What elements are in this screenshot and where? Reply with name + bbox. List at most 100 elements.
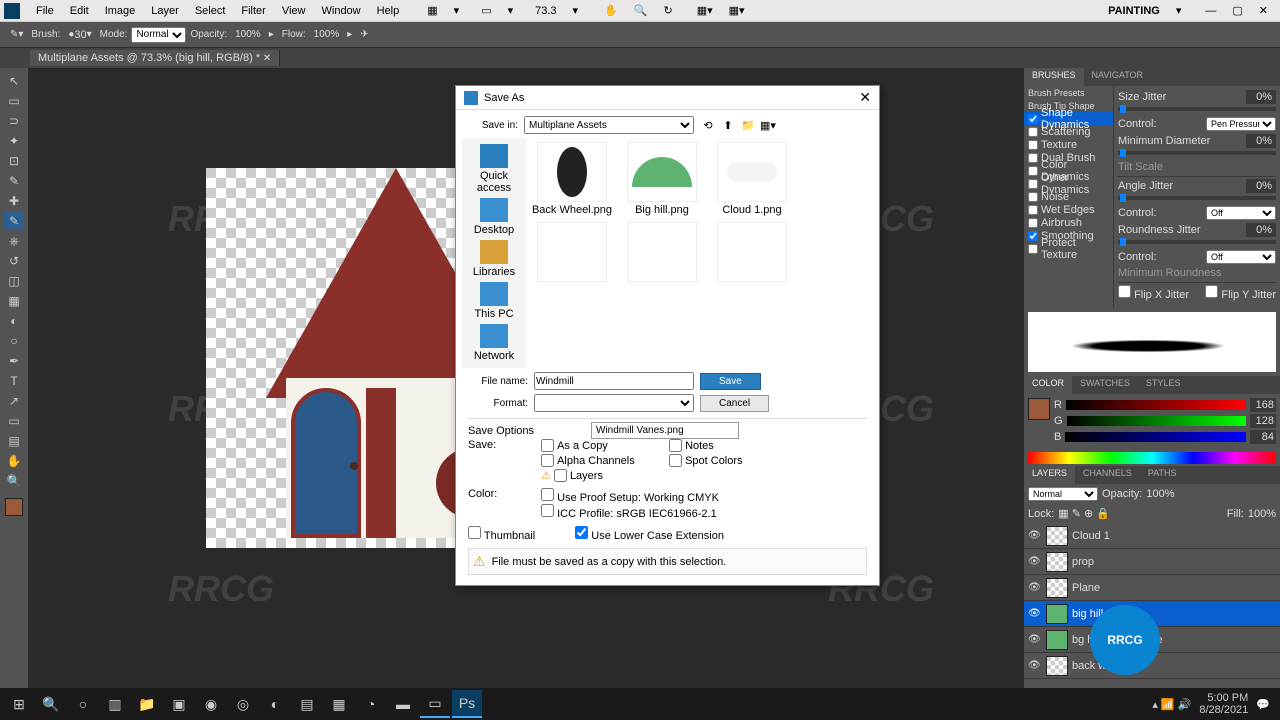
b-slider[interactable] (1065, 432, 1246, 442)
format-select[interactable] (534, 394, 694, 412)
place-libraries[interactable]: Libraries (473, 240, 515, 278)
crop-tool[interactable]: ⊡ (4, 152, 24, 170)
taskview-icon[interactable]: ▥ (100, 690, 130, 718)
path-tool[interactable]: ↗ (4, 392, 24, 410)
start-button[interactable]: ⊞ (4, 690, 34, 718)
blend-mode[interactable]: Normal (1028, 487, 1098, 501)
gradient-tool[interactable]: ▦ (4, 292, 24, 310)
explorer-icon[interactable]: 📁 (132, 690, 162, 718)
eraser-tool[interactable]: ◫ (4, 272, 24, 290)
airbrush-opt[interactable]: Airbrush (1024, 216, 1113, 229)
chk-lowercase[interactable]: Use Lower Case Extension (575, 526, 724, 542)
channels-tab[interactable]: Channels (1075, 466, 1140, 484)
control-select[interactable]: Pen Pressure (1206, 117, 1276, 131)
eyedropper-tool[interactable]: ✎ (4, 172, 24, 190)
layers-tab[interactable]: Layers (1024, 466, 1075, 484)
type-tool[interactable]: T (4, 372, 24, 390)
new-folder-icon[interactable]: 📁 (740, 117, 756, 133)
workspace-label[interactable]: PAINTING (1100, 5, 1168, 17)
stamp-tool[interactable]: ⎈ (4, 232, 24, 250)
color-tab[interactable]: Color (1024, 376, 1072, 394)
b-value[interactable]: 84 (1250, 430, 1276, 444)
dodge-tool[interactable]: ○ (4, 332, 24, 350)
flipx-check[interactable]: Flip X Jitter (1118, 285, 1189, 301)
app-icon-7[interactable]: ▭ (420, 690, 450, 718)
chk-notes[interactable]: Notes (669, 439, 789, 452)
app-icon-5[interactable]: ◔ (356, 690, 386, 718)
flow-value[interactable]: 100% (314, 29, 340, 40)
notes-tool[interactable]: ▤ (4, 432, 24, 450)
paths-tab[interactable]: Paths (1140, 466, 1185, 484)
layer-opacity[interactable]: 100% (1146, 488, 1174, 500)
foreground-swatch[interactable] (1028, 398, 1050, 420)
app-icon-1[interactable]: ▣ (164, 690, 194, 718)
roundness-val[interactable]: 0% (1246, 223, 1276, 237)
g-value[interactable]: 128 (1250, 414, 1276, 428)
filename-input[interactable] (534, 372, 694, 390)
layer-item[interactable]: 👁prop (1024, 549, 1280, 575)
opacity-value[interactable]: 100% (235, 29, 261, 40)
menu-view[interactable]: View (274, 5, 314, 17)
texture[interactable]: Texture (1024, 138, 1113, 151)
doc-tab[interactable]: Multiplane Assets @ 73.3% (big hill, RGB… (30, 50, 280, 66)
clock[interactable]: 5:00 PM 8/28/2021 (1199, 692, 1248, 716)
file-item[interactable] (620, 222, 704, 284)
tool-preset-icon[interactable]: ✎▾ (10, 29, 23, 40)
autocomplete-suggestion[interactable]: Windmill Vanes.png (591, 422, 739, 439)
protect-texture[interactable]: Protect Texture (1024, 242, 1113, 255)
healing-tool[interactable]: ✚ (4, 192, 24, 210)
other-dynamics[interactable]: Other Dynamics (1024, 177, 1113, 190)
cortana-icon[interactable]: ○ (68, 690, 98, 718)
styles-tab[interactable]: Styles (1138, 376, 1189, 394)
marquee-tool[interactable]: ▭ (4, 92, 24, 110)
min-diam-val[interactable]: 0% (1246, 134, 1276, 148)
hue-strip[interactable] (1028, 452, 1276, 464)
size-jitter-val[interactable]: 0% (1246, 90, 1276, 104)
fill-value[interactable]: 100% (1248, 508, 1276, 520)
file-item[interactable]: Big hill.png (620, 142, 704, 216)
chk-layers[interactable]: ⚠Layers (541, 469, 661, 482)
app-icon-6[interactable]: ▬ (388, 690, 418, 718)
place-network[interactable]: Network (474, 324, 514, 362)
control3-select[interactable]: Off (1206, 250, 1276, 264)
menu-edit[interactable]: Edit (62, 5, 97, 17)
app-icon-4[interactable]: ▦ (324, 690, 354, 718)
brushes-tab[interactable]: Brushes (1024, 68, 1084, 86)
chk-copy[interactable]: As a Copy (541, 439, 661, 452)
control2-select[interactable]: Off (1206, 206, 1276, 220)
back-icon[interactable]: ⟲ (700, 117, 716, 133)
r-value[interactable]: 168 (1250, 398, 1276, 412)
file-item[interactable] (710, 222, 794, 284)
chk-spot[interactable]: Spot Colors (669, 454, 789, 467)
color-swatch[interactable] (5, 498, 23, 516)
blur-tool[interactable]: ◐ (4, 312, 24, 330)
brush-size[interactable]: ● 30▾ (68, 29, 91, 41)
notifications-icon[interactable]: 💬 (1256, 698, 1270, 711)
chk-thumbnail[interactable]: Thumbnail (468, 526, 535, 542)
zoom-value[interactable]: 73.3 (527, 5, 564, 17)
menu-file[interactable]: File (28, 5, 62, 17)
brush-presets[interactable]: Brush Presets (1024, 86, 1113, 99)
file-list[interactable]: Back Wheel.png Big hill.png Cloud 1.png (526, 138, 873, 328)
chrome-icon[interactable]: ◎ (228, 690, 258, 718)
menu-image[interactable]: Image (97, 5, 144, 17)
file-item[interactable]: Cloud 1.png (710, 142, 794, 216)
g-slider[interactable] (1067, 416, 1246, 426)
menu-select[interactable]: Select (187, 5, 234, 17)
tray-icons[interactable]: ▴ 📶 🔊 (1152, 698, 1191, 711)
menu-layer[interactable]: Layer (143, 5, 187, 17)
angle-jitter-slider[interactable] (1118, 196, 1276, 200)
photoshop-taskbar[interactable]: Ps (452, 690, 482, 718)
history-brush-tool[interactable]: ↺ (4, 252, 24, 270)
save-in-select[interactable]: Multiplane Assets (524, 116, 694, 134)
brush-tool[interactable]: ✎ (4, 212, 24, 230)
min-diam-slider[interactable] (1118, 151, 1276, 155)
layer-item[interactable]: 👁Cloud 1 (1024, 523, 1280, 549)
cancel-button[interactable]: Cancel (700, 395, 769, 412)
chk-icc[interactable]: ICC Profile: sRGB IEC61966-2.1 (541, 504, 719, 520)
place-quick[interactable]: Quick access (462, 144, 526, 194)
menu-help[interactable]: Help (369, 5, 408, 17)
wand-tool[interactable]: ✦ (4, 132, 24, 150)
roundness-slider[interactable] (1118, 240, 1276, 244)
save-button[interactable]: Save (700, 373, 761, 390)
